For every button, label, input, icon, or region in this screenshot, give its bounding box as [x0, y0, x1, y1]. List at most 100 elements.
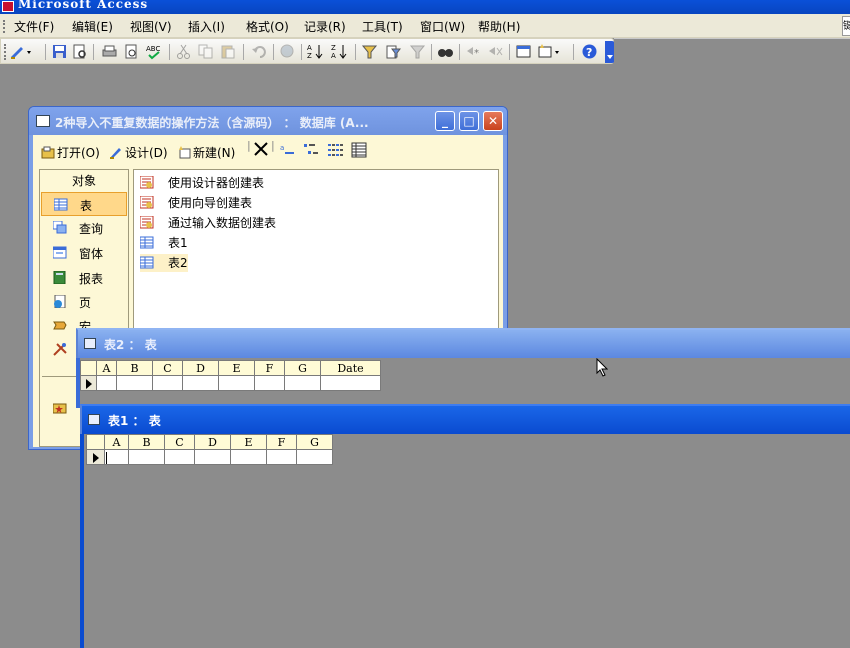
object-queries[interactable]: 查询: [41, 216, 127, 240]
spelling-icon[interactable]: ABC: [145, 43, 162, 60]
cut-icon[interactable]: [175, 43, 192, 60]
toolbar-grip[interactable]: [4, 44, 6, 60]
print-icon[interactable]: [101, 43, 118, 60]
table-cell[interactable]: [194, 449, 231, 465]
column-header[interactable]: B: [128, 434, 165, 450]
table2-title-bar[interactable]: 表2 ： 表: [76, 328, 850, 358]
table-cell[interactable]: [116, 375, 153, 391]
undo-icon[interactable]: [251, 43, 268, 60]
table1-title: 表1 ： 表: [108, 414, 161, 428]
menu-insert[interactable]: 插入(I): [188, 18, 225, 35]
open-button[interactable]: 打开(O): [41, 144, 100, 161]
column-header[interactable]: G: [284, 360, 321, 376]
select-all-cell[interactable]: [80, 360, 97, 376]
database-window-title-bar[interactable]: 2种导入不重复数据的操作方法（含源码） ： 数据库 (A... _ □ ✕: [29, 107, 507, 135]
table-cell[interactable]: [254, 375, 285, 391]
select-all-cell[interactable]: [86, 434, 105, 450]
list-item[interactable]: 表2: [139, 254, 188, 272]
column-header[interactable]: A: [104, 434, 129, 450]
list-item[interactable]: 使用向导创建表: [139, 194, 252, 212]
column-header[interactable]: G: [296, 434, 333, 450]
toolbar-separator: [355, 44, 356, 60]
table-cell[interactable]: [96, 375, 117, 391]
design-view-icon[interactable]: [9, 43, 35, 60]
small-icons-icon[interactable]: [303, 143, 319, 160]
table-cell[interactable]: [152, 375, 183, 391]
table-cell[interactable]: [104, 449, 129, 465]
table-cell[interactable]: [320, 375, 381, 391]
column-header[interactable]: A: [96, 360, 117, 376]
column-header[interactable]: F: [254, 360, 285, 376]
filter-by-selection-icon[interactable]: [361, 43, 378, 60]
table-cell[interactable]: [182, 375, 219, 391]
column-header[interactable]: D: [194, 434, 231, 450]
column-header[interactable]: B: [116, 360, 153, 376]
menu-window[interactable]: 窗口(W): [420, 18, 465, 35]
details-view-icon[interactable]: [351, 142, 367, 161]
table1-title-bar[interactable]: 表1 ： 表: [80, 404, 850, 434]
new-object-icon[interactable]: [537, 43, 563, 60]
menu-edit[interactable]: 编辑(E): [72, 18, 113, 35]
record-selector[interactable]: [80, 375, 97, 391]
database-window-icon[interactable]: [515, 43, 532, 60]
column-header[interactable]: F: [266, 434, 297, 450]
menu-help[interactable]: 帮助(H): [478, 18, 520, 35]
menu-view[interactable]: 视图(V): [130, 18, 172, 35]
close-button[interactable]: ✕: [483, 111, 503, 131]
module-icon: [53, 343, 67, 356]
menu-file[interactable]: 文件(F): [14, 18, 54, 35]
menu-records[interactable]: 记录(R): [304, 18, 346, 35]
list-item[interactable]: 使用设计器创建表: [139, 174, 264, 192]
sort-descending-icon[interactable]: ZA: [331, 43, 348, 60]
query-icon: [52, 220, 67, 234]
new-button[interactable]: 新建(N): [177, 144, 235, 161]
find-icon[interactable]: [437, 43, 454, 60]
object-tables[interactable]: 表: [41, 192, 127, 216]
table-cell[interactable]: [164, 449, 195, 465]
column-header[interactable]: D: [182, 360, 219, 376]
column-header[interactable]: E: [218, 360, 255, 376]
large-icons-icon[interactable]: a: [279, 143, 295, 160]
record-selector[interactable]: [86, 449, 105, 465]
delete-icon[interactable]: [253, 141, 269, 160]
wizard-icon: [139, 195, 154, 209]
design-button[interactable]: 设计(D): [109, 144, 168, 161]
minimize-button[interactable]: _: [435, 111, 455, 131]
list-view-icon[interactable]: [327, 143, 343, 160]
current-record-arrow-icon: [92, 452, 99, 463]
copy-icon[interactable]: [197, 43, 214, 60]
paste-icon[interactable]: [219, 43, 236, 60]
table-cell[interactable]: [230, 449, 267, 465]
menu-tools[interactable]: 工具(T): [362, 18, 403, 35]
apply-filter-icon[interactable]: [409, 43, 426, 60]
delete-record-icon[interactable]: [487, 43, 504, 60]
column-header[interactable]: C: [152, 360, 183, 376]
toolbar-separator: |: [247, 139, 251, 152]
maximize-button[interactable]: □: [459, 111, 479, 131]
table-cell[interactable]: [266, 449, 297, 465]
new-record-icon[interactable]: *: [465, 43, 482, 60]
object-forms[interactable]: 窗体: [41, 241, 127, 265]
list-item[interactable]: 通过输入数据创建表: [139, 214, 276, 232]
help-icon[interactable]: ?: [581, 43, 598, 60]
insert-hyperlink-icon[interactable]: [279, 43, 296, 60]
help-question-box[interactable]: 键: [842, 16, 850, 36]
sort-ascending-icon[interactable]: AZ: [307, 43, 324, 60]
object-pages[interactable]: 页: [41, 290, 127, 314]
table-cell[interactable]: [284, 375, 321, 391]
column-header[interactable]: Date: [320, 360, 381, 376]
table-cell[interactable]: [218, 375, 255, 391]
column-header[interactable]: C: [164, 434, 195, 450]
table-cell[interactable]: [296, 449, 333, 465]
menu-format[interactable]: 格式(O): [246, 18, 289, 35]
print-preview-icon[interactable]: [123, 43, 140, 60]
toolbar-separator: [459, 44, 460, 60]
column-header[interactable]: E: [230, 434, 267, 450]
object-reports[interactable]: 报表: [41, 266, 127, 290]
list-item[interactable]: 表1: [139, 234, 188, 252]
menu-grip[interactable]: [3, 20, 6, 33]
table-cell[interactable]: [128, 449, 165, 465]
file-search-icon[interactable]: [71, 43, 88, 60]
filter-by-form-icon[interactable]: [385, 43, 402, 60]
save-icon[interactable]: [51, 43, 68, 60]
